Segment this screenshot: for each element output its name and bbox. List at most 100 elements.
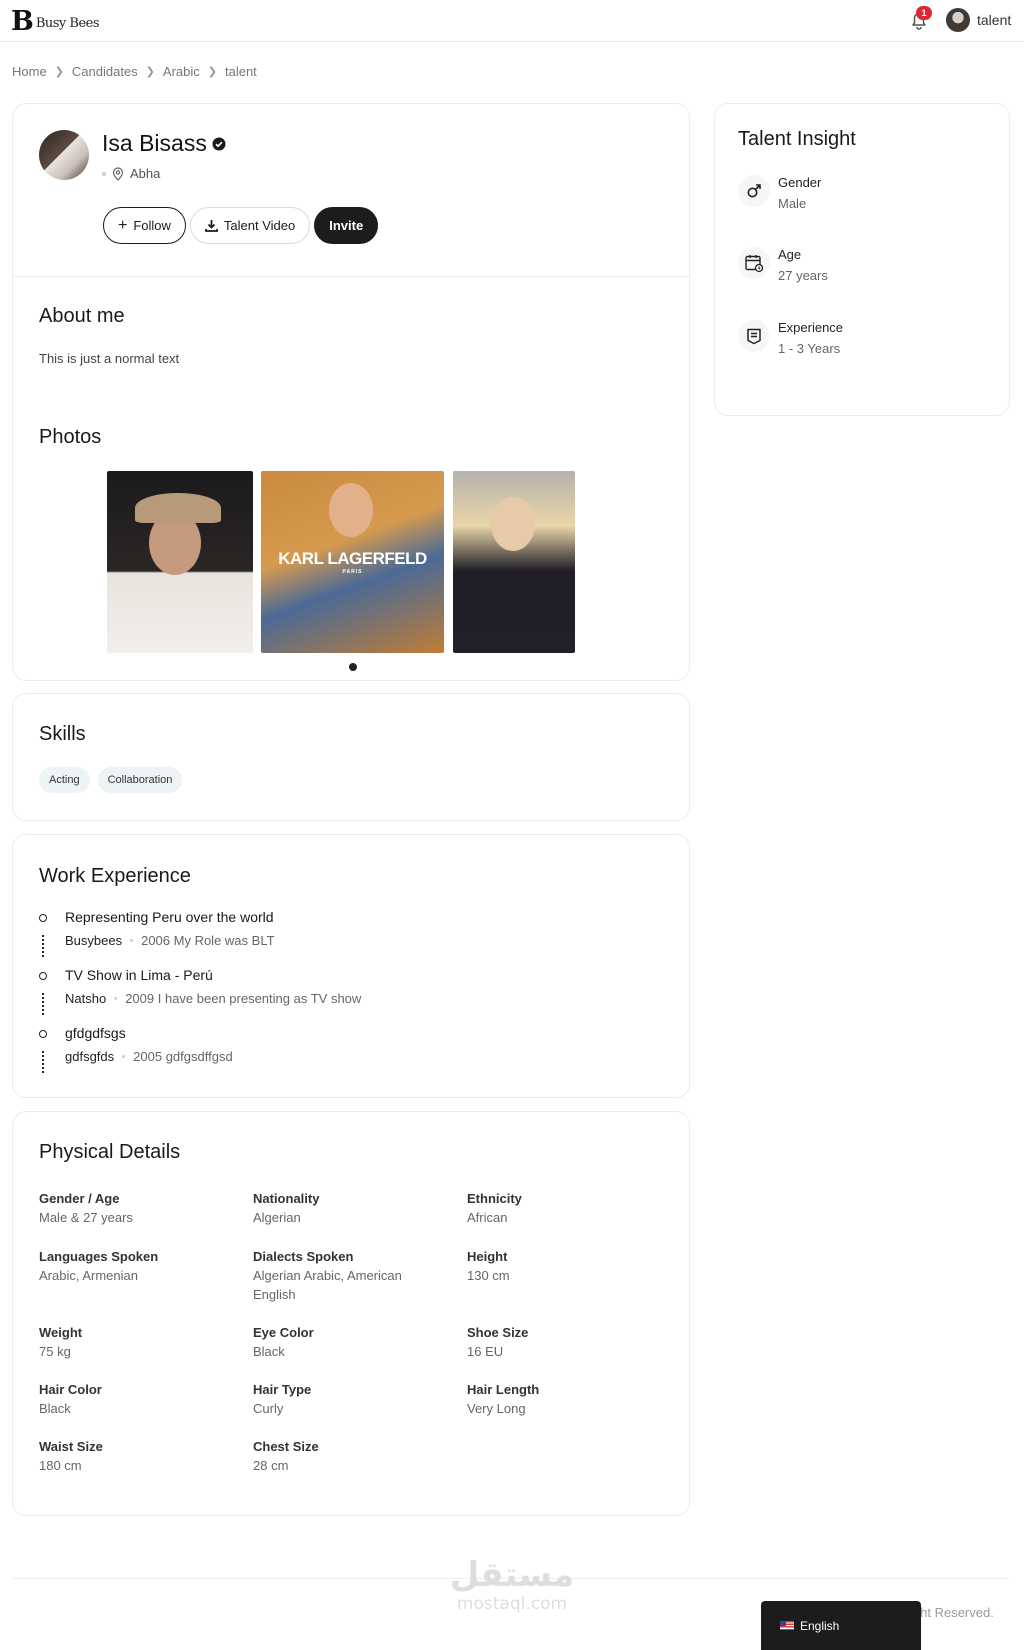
breadcrumb-arabic[interactable]: Arabic [163,64,200,79]
download-icon [205,220,218,232]
breadcrumb-home[interactable]: Home [12,64,47,79]
detail-height: Height 130 cm [467,1247,667,1285]
detail-value: 130 cm [467,1268,510,1283]
location-text: Abha [130,166,161,181]
detail-value: Algerian Arabic, American English [253,1268,402,1302]
invite-button[interactable]: Invite [314,207,379,244]
detail-label: Chest Size [253,1439,319,1454]
timeline-circle-icon [39,972,47,980]
work-company: Busybees [65,933,123,948]
work-role: gfdgdfsgs [65,1025,126,1041]
physical-details-card: Physical Details Gender / Age Male & 27 … [12,1111,690,1516]
work-meta: gdfsgfds 2005 gdfgsdffgsd [65,1049,233,1064]
profile-location: Abha [102,166,160,181]
detail-label: Eye Color [253,1325,314,1340]
work-meta: Busybees 2006 My Role was BLT [65,933,275,948]
detail-label: Ethnicity [467,1191,522,1206]
detail-waist-size: Waist Size 180 cm [39,1437,239,1475]
watermark-arabic: مستقل [449,1555,575,1595]
follow-button[interactable]: + Follow [103,207,186,244]
detail-value: Curly [253,1401,284,1416]
about-text: This is just a normal text [39,351,180,366]
work-details: 2005 gdfgsdffgsd [133,1049,233,1064]
chevron-right-icon: ❯ [145,66,155,78]
detail-gender-age: Gender / Age Male & 27 years [39,1189,239,1227]
separator-dot [114,997,118,1000]
detail-label: Nationality [253,1191,320,1206]
carousel-dot[interactable] [349,663,357,671]
notification-count-badge: 1 [916,6,932,20]
breadcrumb: Home ❯ Candidates ❯ Arabic ❯ talent [12,64,257,79]
talent-insight-title: Talent Insight [738,128,856,150]
detail-value: 75 kg [39,1344,71,1359]
timeline-circle-icon [39,1030,47,1038]
photo-1[interactable] [107,471,253,653]
map-pin-icon [112,166,124,181]
detail-value: 28 cm [253,1458,289,1473]
user-avatar[interactable] [946,8,970,32]
detail-eye-color: Eye Color Black [253,1323,453,1361]
detail-value: Black [253,1344,285,1359]
insight-value: 27 years [778,268,828,283]
timeline-line [42,935,44,957]
talent-video-button[interactable]: Talent Video [189,207,311,244]
language-label: English [800,1618,840,1633]
profile-actions: + Follow Talent Video Invite [103,207,379,244]
detail-value: Algerian [253,1210,301,1225]
chevron-right-icon: ❯ [54,66,64,78]
skills-list: Acting Collaboration [39,767,183,793]
verified-icon [212,137,226,150]
separator-dot [130,939,134,942]
skill-chip: Collaboration [97,767,183,793]
detail-value: Black [39,1401,71,1416]
work-company: Natsho [65,991,107,1006]
separator-dot [102,171,106,176]
insight-gender: Gender Male [738,175,988,225]
talent-video-label: Talent Video [223,218,296,233]
detail-hair-type: Hair Type Curly [253,1380,453,1418]
insight-value: Male [778,196,807,211]
profile-avatar [39,130,89,180]
user-name[interactable]: talent [977,12,1011,28]
insight-label: Age [778,247,802,262]
timeline-line [42,1051,44,1073]
logo-mark: B [11,5,34,37]
work-details: 2006 My Role was BLT [141,933,275,948]
insight-label: Experience [778,320,844,335]
language-switcher[interactable]: English [761,1601,921,1650]
detail-label: Gender / Age [39,1191,120,1206]
insight-label: Gender [778,175,822,190]
skill-chip: Acting [39,767,90,793]
detail-label: Waist Size [39,1439,103,1454]
photo-3[interactable] [453,471,575,653]
detail-hair-length: Hair Length Very Long [467,1380,667,1418]
detail-languages: Languages Spoken Arabic, Armenian [39,1247,239,1285]
detail-hair-color: Hair Color Black [39,1380,239,1418]
badge-icon [738,320,770,352]
skills-card: Skills Acting Collaboration [12,693,690,821]
work-company: gdfsgfds [65,1049,115,1064]
insight-value: 1 - 3 Years [778,341,841,356]
detail-nationality: Nationality Algerian [253,1189,453,1227]
male-icon [738,175,770,207]
work-details: 2009 I have been presenting as TV show [125,991,362,1006]
card-divider [13,276,691,277]
plus-icon: + [118,216,128,234]
detail-chest-size: Chest Size 28 cm [253,1437,453,1475]
copyright-text: ight Reserved. [910,1605,994,1620]
breadcrumb-candidates[interactable]: Candidates [72,64,138,79]
photo-2[interactable]: KARL LAGERFELD PARIS [261,471,444,653]
busy-bees-logo[interactable]: B Busy Bees [11,5,100,37]
insight-age: Age 27 years [738,247,988,297]
chevron-right-icon: ❯ [207,66,217,78]
work-experience-card: Work Experience Representing Peru over t… [12,834,690,1098]
profile-name: Isa Bisass [102,130,207,156]
calendar-clock-icon [738,247,770,279]
detail-ethnicity: Ethnicity African [467,1189,667,1227]
work-role: Representing Peru over the world [65,909,274,925]
detail-label: Height [467,1249,508,1264]
breadcrumb-current: talent [224,64,257,79]
work-role: TV Show in Lima - Perú [65,967,213,983]
us-flag-icon [780,1621,794,1630]
separator-dot [122,1055,126,1058]
